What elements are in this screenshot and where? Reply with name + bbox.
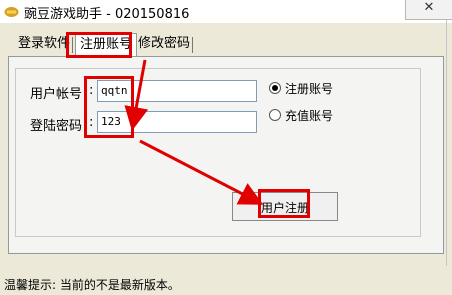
- status-text: 温馨提示: 当前的不是最新版本。: [4, 278, 180, 292]
- annotation-arrows: [124, 59, 264, 205]
- arrow-down: [124, 59, 149, 131]
- app-window: 豌豆游戏助手 - 020150816 ✕ 登录软件 注册账号 修改密码 用户帐号…: [0, 0, 452, 295]
- arrow-to-button: [139, 139, 264, 205]
- status-bar: 温馨提示: 当前的不是最新版本。: [0, 266, 452, 295]
